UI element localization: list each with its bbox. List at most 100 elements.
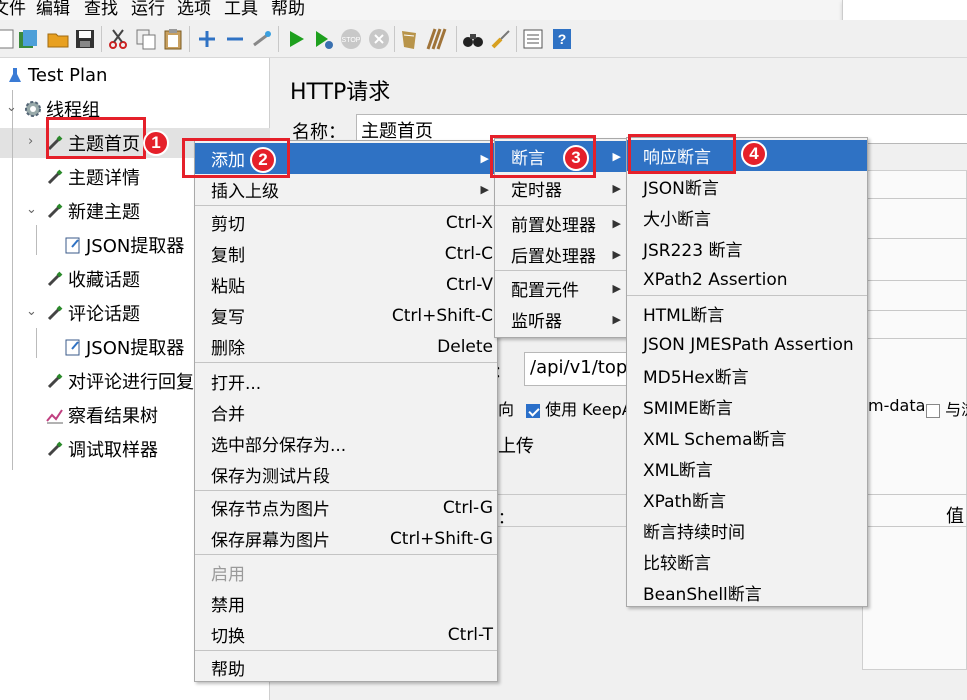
menu-item-config-elements[interactable]: 配置元件 ▶ [495,273,629,304]
menu-item-save-fragment[interactable]: 保存为测试片段 [195,459,497,490]
multipart-label: m-data [868,396,926,415]
path-field[interactable]: /api/v1/topi [524,352,634,386]
browser-compatible-option[interactable]: 与浏 [926,396,967,420]
tree-node-sampler[interactable]: 新建主题 [46,196,140,226]
menu-item-delete[interactable]: 删除 Delete [195,331,497,362]
test-plan-icon [9,68,21,82]
menu-item-open[interactable]: 打开... [195,366,497,397]
collapse-icon[interactable] [223,27,247,51]
menu-item-xml-assertion[interactable]: XML断言 [627,453,867,484]
upload-tab-label[interactable]: 上传 [498,432,534,458]
menu-options[interactable]: 选项 [177,0,211,19]
svg-text:?: ? [558,31,567,47]
menu-file[interactable]: 文件 [0,0,26,19]
tree-node-extractor[interactable]: JSON提取器 [64,230,184,260]
menu-item-save-selection[interactable]: 选中部分保存为... [195,428,497,459]
menu-item-disable[interactable]: 禁用 [195,588,497,619]
toolbar-separator [101,26,102,52]
menu-item-pre-processors[interactable]: 前置处理器 ▶ [495,208,629,239]
clear-all-icon[interactable] [425,27,449,51]
menu-search[interactable]: 查找 [84,0,118,19]
copy-icon[interactable] [134,27,158,51]
menu-item-post-processors[interactable]: 后置处理器 ▶ [495,239,629,270]
menu-item-insert-parent[interactable]: 插入上级 ▶ [195,174,497,205]
toggle-icon[interactable] [250,27,274,51]
chevron-right-icon: ▶ [612,248,621,261]
menu-item-duration-assertion[interactable]: 断言持续时间 [627,515,867,546]
search-icon[interactable] [461,27,485,51]
browser-compatible-checkbox[interactable] [926,403,940,418]
templates-icon[interactable] [16,27,40,51]
menu-item-xpath2-assertion[interactable]: XPath2 Assertion [627,264,867,295]
menu-item-duplicate[interactable]: 复写 Ctrl+Shift-C [195,300,497,331]
menu-item-smime-assertion[interactable]: SMIME断言 [627,391,867,422]
menu-item-save-node-image[interactable]: 保存节点为图片 Ctrl-G [195,492,497,523]
expand-icon[interactable] [195,27,219,51]
start-icon[interactable] [284,27,308,51]
menu-run[interactable]: 运行 [131,0,165,19]
tree-node-listener[interactable]: 察看结果树 [46,400,158,430]
stop-icon[interactable]: STOP [339,27,363,51]
chevron-down-icon[interactable]: ⌄ [26,304,37,319]
menu-item-size-assertion[interactable]: 大小断言 [627,202,867,233]
menu-help[interactable]: 帮助 [271,0,305,19]
help-icon[interactable]: ? [550,27,574,51]
annotation-badge: 1 [143,130,169,156]
menu-separator [495,205,629,206]
menu-item-cut[interactable]: 剪切 Ctrl-X [195,207,497,238]
save-icon[interactable] [73,27,97,51]
tree-node-sampler[interactable]: 评论话题 [46,298,140,328]
menu-tools[interactable]: 工具 [224,0,258,19]
menu-separator [195,362,497,363]
pipette-icon [47,305,63,321]
open-icon[interactable] [46,27,70,51]
gear-icon [25,101,41,117]
menu-item-listeners[interactable]: 监听器 ▶ [495,304,629,335]
cut-icon[interactable] [106,27,130,51]
tree-node-sampler[interactable]: 主题详情 [46,162,140,192]
menu-edit[interactable]: 编辑 [36,0,70,19]
tree-node-sampler[interactable]: 收藏话题 [46,264,140,294]
menu-item-xpath-assertion[interactable]: XPath断言 [627,484,867,515]
toolbar-separator [278,26,279,52]
menu-item-toggle[interactable]: 切换 Ctrl-T [195,619,497,650]
pipette-icon [47,271,63,287]
menu-item-jsr223-assertion[interactable]: JSR223 断言 [627,233,867,264]
tree-node-sampler[interactable]: 对评论进行回复 [46,366,194,396]
menu-item-merge[interactable]: 合并 [195,397,497,428]
paste-icon[interactable] [161,27,185,51]
menu-item-save-screen-image[interactable]: 保存屏幕为图片 Ctrl+Shift-G [195,523,497,554]
function-helper-icon[interactable] [521,27,545,51]
chevron-down-icon[interactable]: ⌄ [26,202,37,217]
panel-divider [862,338,967,339]
follow-redirects-label: 向 [498,400,515,419]
toolbar-separator [516,26,517,52]
value-column-header: 值 [946,506,964,527]
menu-item-xml-schema-assertion[interactable]: XML Schema断言 [627,422,867,453]
menu-separator [195,650,497,651]
tree-node-test-plan[interactable]: Test Plan [6,60,107,90]
menu-item-copy[interactable]: 复制 Ctrl-C [195,238,497,269]
tree-node-sampler[interactable]: 调试取样器 [46,434,158,464]
tree-guide-line [12,90,13,470]
menu-item-beanshell-assertion[interactable]: BeanShell断言 [627,577,867,608]
menu-item-compare-assertion[interactable]: 比较断言 [627,546,867,577]
reset-search-icon[interactable] [489,27,513,51]
chevron-right-icon[interactable]: › [28,134,33,149]
clear-icon[interactable] [398,27,422,51]
menu-item-json-assertion[interactable]: JSON断言 [627,171,867,202]
menu-item-html-assertion[interactable]: HTML断言 [627,298,867,329]
pipette-icon [47,169,63,185]
panel-divider [862,238,967,239]
menu-item-help[interactable]: 帮助 [195,652,497,683]
start-no-pause-icon[interactable] [311,27,335,51]
chevron-down-icon[interactable]: ⌄ [6,100,17,115]
keepalive-option[interactable]: 使用 KeepA [526,396,633,420]
menu-item-paste[interactable]: 粘贴 Ctrl-V [195,269,497,300]
menu-item-md5hex-assertion[interactable]: MD5Hex断言 [627,360,867,391]
menu-item-jmespath-assertion[interactable]: JSON JMESPath Assertion [627,329,867,360]
tree-node-extractor[interactable]: JSON提取器 [64,332,184,362]
shutdown-icon[interactable] [367,27,391,51]
keepalive-checkbox[interactable] [526,403,540,418]
parameters-label: ： [498,508,515,527]
